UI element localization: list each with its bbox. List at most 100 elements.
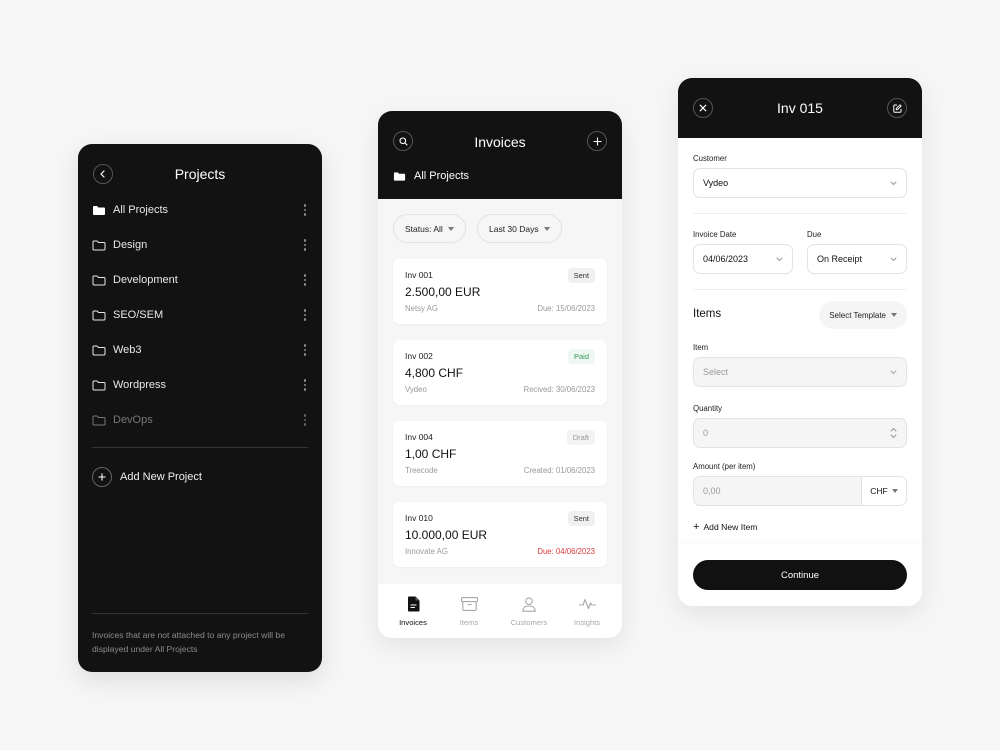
page-title: Invoices (474, 134, 526, 150)
item-placeholder: Select (703, 367, 729, 377)
amount-input[interactable]: 0,00 (694, 477, 861, 505)
invoice-number: Inv 001 (405, 270, 433, 280)
folder-filled-icon (93, 205, 105, 215)
status-badge: Draft (566, 430, 595, 445)
invoice-customer: Vydeo (405, 385, 427, 394)
project-item-label: SEO/SEM (113, 309, 164, 321)
header: Invoices All Projects (378, 111, 622, 199)
folder-icon (92, 275, 106, 285)
invoice-date: Due: 15/06/2023 (537, 304, 595, 313)
tab-invoices[interactable]: Invoices (383, 595, 443, 627)
invoice-customer: Innovate AG (405, 547, 448, 556)
select-template-button[interactable]: Select Template (819, 301, 907, 329)
invoice-date-label: Invoice Date (693, 230, 737, 239)
continue-button[interactable]: Continue (693, 560, 907, 590)
folder-icon (92, 240, 106, 250)
project-item-development[interactable]: Development (92, 268, 308, 292)
invoice-number: Inv 002 (405, 351, 433, 361)
currency-select[interactable]: CHF (861, 477, 906, 505)
customer-select[interactable]: Vydeo (693, 168, 907, 198)
currency-value: CHF (870, 486, 888, 496)
invoice-amount: 1,00 CHF (405, 447, 457, 461)
project-selector-label: All Projects (414, 170, 470, 182)
due-label: Due (807, 230, 822, 239)
projects-screen: Projects All Projects Design Development… (78, 144, 322, 672)
archive-box-icon (460, 597, 478, 611)
quantity-stepper[interactable]: 0 (693, 418, 907, 448)
folder-icon (92, 345, 106, 355)
add-item-button[interactable]: + Add New Item (693, 522, 758, 533)
bottom-tab-bar: Invoices Items Customers Insights (378, 584, 622, 638)
caret-down-icon (891, 489, 898, 493)
tab-insights[interactable]: Insights (557, 595, 617, 627)
period-filter[interactable]: Last 30 Days (477, 214, 562, 243)
invoice-card[interactable]: Inv 010 Sent 10.000,00 EUR Innovate AG D… (393, 502, 607, 567)
divider (693, 213, 907, 214)
project-item-label: Design (113, 239, 148, 251)
project-item-wordpress[interactable]: Wordpress (92, 373, 308, 397)
more-options-icon[interactable] (302, 274, 308, 286)
amount-field: 0,00 CHF (693, 476, 907, 506)
status-badge: Sent (567, 511, 595, 526)
item-label: Item (693, 343, 709, 352)
stepper-arrows-icon[interactable] (890, 427, 897, 439)
quantity-value: 0 (703, 428, 709, 438)
add-item-label: Add New Item (703, 522, 758, 532)
caret-down-icon (543, 226, 550, 231)
invoice-number: Inv 010 (405, 513, 433, 523)
project-item-seo-sem[interactable]: SEO/SEM (92, 303, 308, 327)
invoice-amount: 10.000,00 EUR (405, 528, 488, 542)
invoice-date-select[interactable]: 04/06/2023 (693, 244, 793, 274)
invoice-customer: Treecode (405, 466, 438, 475)
project-item-all-projects[interactable]: All Projects (92, 198, 308, 222)
project-selector[interactable]: All Projects (393, 170, 469, 182)
tab-label: Invoices (399, 618, 427, 627)
plus-icon (593, 137, 601, 145)
tab-label: Insights (573, 618, 601, 627)
project-item-web3[interactable]: Web3 (92, 338, 308, 362)
edit-button[interactable] (887, 98, 907, 118)
add-invoice-button[interactable] (587, 131, 607, 151)
project-item-label: Wordpress (113, 379, 166, 391)
invoice-number: Inv 004 (405, 432, 433, 442)
more-options-icon[interactable] (302, 239, 308, 251)
add-project-label: Add New Project (120, 471, 202, 483)
select-template-label: Select Template (829, 310, 886, 320)
invoice-card[interactable]: Inv 002 Paid 4,800 CHF Vydeo Recived: 30… (393, 340, 607, 405)
invoice-date: Recived: 30/06/2023 (523, 385, 595, 394)
tab-customers[interactable]: Customers (499, 595, 559, 627)
more-options-icon[interactable] (302, 379, 308, 391)
invoice-customer: Netsy AG (405, 304, 438, 313)
more-options-icon[interactable] (302, 309, 308, 321)
invoice-card[interactable]: Inv 004 Draft 1,00 CHF Treecode Created:… (393, 421, 607, 486)
invoice-date: Due: 04/06/2023 (537, 547, 595, 556)
header: Inv 015 (678, 78, 922, 138)
items-section-title: Items (693, 308, 722, 320)
invoice-card[interactable]: Inv 001 Sent 2.500,00 EUR Netsy AG Due: … (393, 259, 607, 324)
invoice-amount: 4,800 CHF (405, 366, 464, 380)
more-options-icon[interactable] (302, 414, 308, 426)
due-value: On Receipt (817, 254, 863, 264)
chevron-down-icon (890, 257, 897, 261)
project-item-label: Development (113, 274, 178, 286)
project-item-devops[interactable]: DevOps (92, 408, 308, 432)
tab-items[interactable]: Items (439, 595, 499, 627)
page-title: Projects (174, 166, 226, 182)
status-badge: Sent (567, 268, 595, 283)
folder-filled-icon (393, 171, 406, 181)
more-options-icon[interactable] (302, 344, 308, 356)
caret-down-icon (891, 313, 897, 317)
due-select[interactable]: On Receipt (807, 244, 907, 274)
add-project-button[interactable]: Add New Project (92, 467, 202, 487)
quantity-label: Quantity (693, 404, 723, 413)
project-item-design[interactable]: Design (92, 233, 308, 257)
invoice-date-value: 04/06/2023 (703, 254, 749, 264)
folder-icon (92, 310, 106, 320)
item-select[interactable]: Select (693, 357, 907, 387)
document-icon (407, 596, 419, 612)
folder-icon (92, 415, 106, 425)
tab-label: Items (459, 618, 479, 627)
more-options-icon[interactable] (302, 204, 308, 216)
status-filter[interactable]: Status: All (393, 214, 466, 243)
divider (92, 447, 308, 448)
